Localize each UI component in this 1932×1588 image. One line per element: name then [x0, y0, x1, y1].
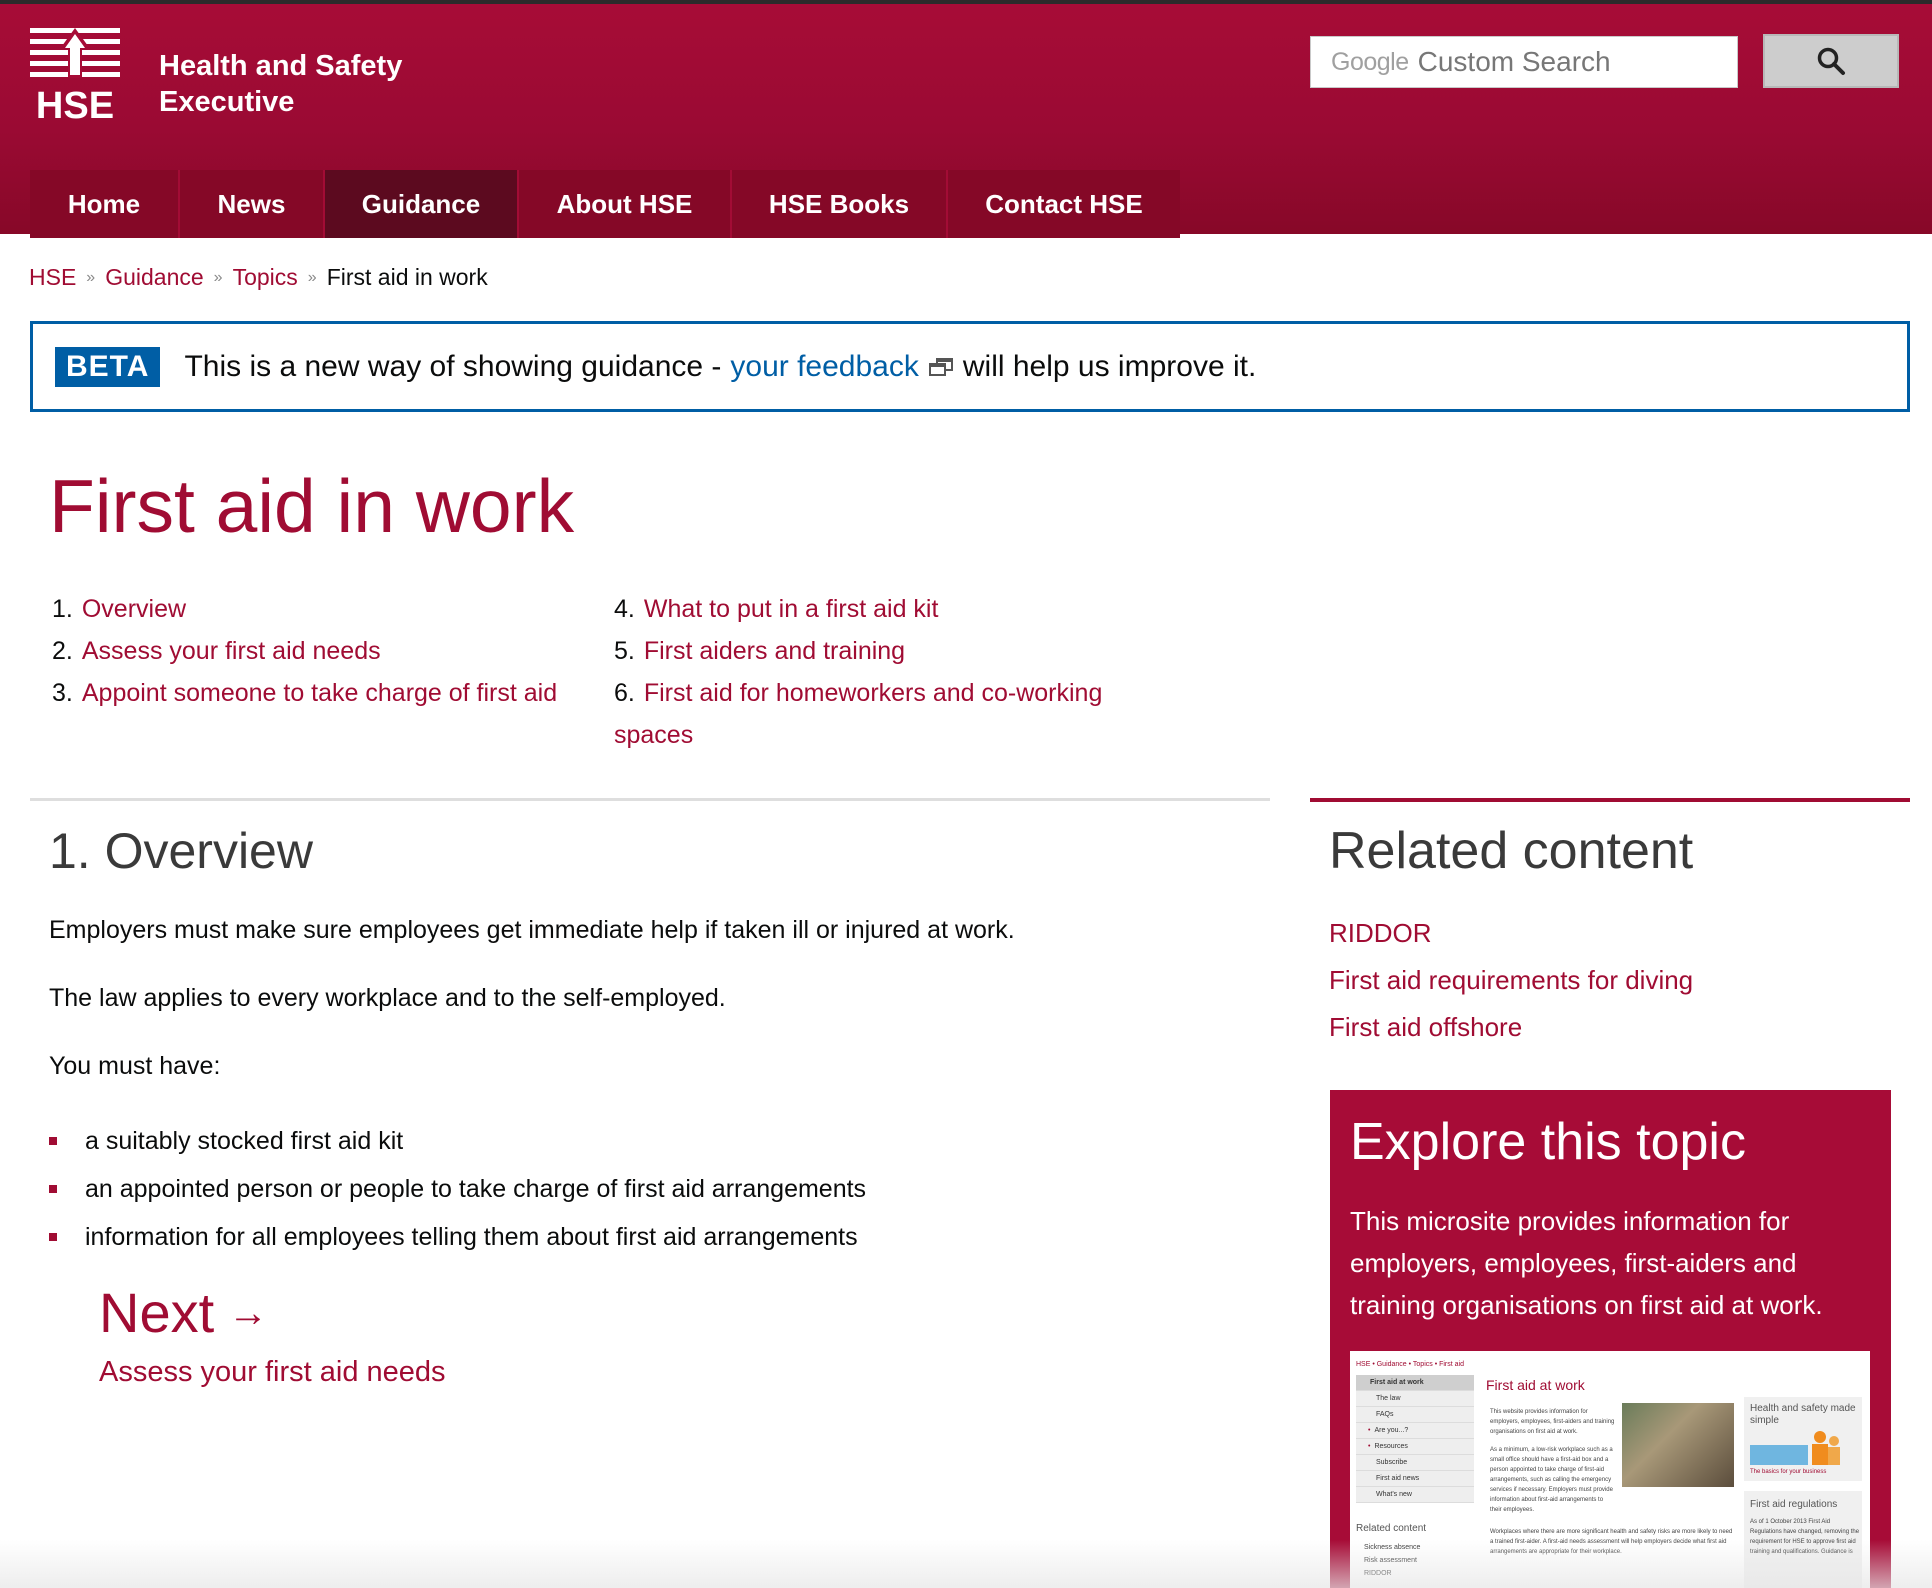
explore-topic-panel[interactable]: Explore this topic This microsite provid…	[1330, 1090, 1891, 1588]
thumbnail-menu-item: First aid at work	[1356, 1375, 1474, 1391]
nav-about-hse[interactable]: About HSE	[519, 170, 732, 238]
search-input[interactable]: Google Custom Search	[1310, 36, 1738, 88]
overview-paragraph: Employers must make sure employees get i…	[49, 916, 1015, 944]
thumbnail-menu-item: The law	[1356, 1391, 1474, 1407]
thumbnail-photo	[1622, 1403, 1734, 1487]
microsite-thumbnail[interactable]: HSE • Guidance • Topics • First aid Firs…	[1350, 1351, 1870, 1588]
breadcrumb-separator-icon: »	[86, 268, 96, 286]
contents-item: 1. Overview	[52, 595, 187, 623]
thumbnail-related-title: Related content	[1356, 1523, 1427, 1534]
overview-paragraph: The law applies to every workplace and t…	[49, 984, 726, 1012]
search-placeholder: Custom Search	[1417, 46, 1611, 77]
contents-list: 4. What to put in a first aid kit 5. First…	[614, 588, 1154, 756]
breadcrumb-link-hse[interactable]: HSE	[29, 264, 76, 291]
thumbnail-menu: First aid at work The law FAQs Are you..…	[1356, 1375, 1474, 1503]
nav-home[interactable]: Home	[30, 170, 180, 238]
list-item: information for all employees telling th…	[49, 1213, 866, 1261]
nav-contact-hse[interactable]: Contact HSE	[948, 170, 1180, 238]
contents-item: 2. Assess your first aid needs	[52, 637, 381, 665]
arrow-right-icon: →	[228, 1291, 269, 1335]
contents-item: 3. Appoint someone to take charge of firs…	[52, 679, 558, 707]
list-item: an appointed person or people to take ch…	[49, 1165, 866, 1213]
contents-link-overview[interactable]: Overview	[82, 595, 186, 623]
thumbnail-menu-item: Subscribe	[1356, 1455, 1474, 1471]
thumbnail-text: This website provides information for em…	[1490, 1409, 1615, 1513]
related-item: First aid offshore	[1329, 1004, 1693, 1051]
thumbnail-menu-item: FAQs	[1356, 1407, 1474, 1423]
thumbnail-menu-item: First aid news	[1356, 1471, 1474, 1487]
explore-topic-description: This microsite provides information for …	[1350, 1206, 1823, 1320]
main-navigation: Home News Guidance About HSE HSE Books C…	[30, 170, 1180, 238]
svg-text:HSE: HSE	[36, 85, 114, 122]
page-title: First aid in work	[49, 464, 575, 548]
thumbnail-text: Workplaces where there are more signific…	[1490, 1529, 1733, 1555]
people-illustration-icon	[1750, 1431, 1840, 1465]
contents-list: 1. Overview 2. Assess your first aid needs…	[52, 588, 612, 714]
nav-news[interactable]: News	[180, 170, 325, 238]
contents-link-homeworkers[interactable]: First aid for homeworkers and co-working…	[614, 679, 1102, 749]
beta-banner: BETA This is a new way of showing guidan…	[30, 321, 1910, 412]
explore-topic-title: Explore this topic	[1350, 1113, 1746, 1171]
contents-link-first-aid-kit[interactable]: What to put in a first aid kit	[644, 595, 939, 623]
search-button[interactable]	[1763, 34, 1899, 88]
breadcrumb-separator-icon: »	[213, 268, 223, 286]
overview-paragraph: You must have:	[49, 1052, 221, 1080]
nav-guidance[interactable]: Guidance	[325, 170, 519, 238]
thumbnail-related-list: Sickness absence Risk assessment RIDDOR	[1364, 1544, 1421, 1577]
related-link-offshore[interactable]: First aid offshore	[1329, 1012, 1522, 1042]
nav-hse-books[interactable]: HSE Books	[732, 170, 948, 238]
breadcrumb-current: First aid in work	[326, 264, 488, 290]
list-item: a suitably stocked first aid kit	[49, 1117, 866, 1165]
beta-tag: BETA	[55, 346, 161, 387]
contents-link-assess-needs[interactable]: Assess your first aid needs	[82, 637, 381, 665]
breadcrumb-link-topics[interactable]: Topics	[233, 264, 298, 291]
section-divider	[30, 798, 1270, 801]
search-icon	[1817, 47, 1845, 75]
contents-item: 4. What to put in a first aid kit	[614, 595, 939, 623]
related-content-title: Related content	[1329, 822, 1694, 880]
section-title-overview: 1. Overview	[49, 823, 313, 879]
related-item: RIDDOR	[1329, 910, 1693, 957]
contents-link-first-aiders-training[interactable]: First aiders and training	[644, 637, 905, 665]
contents-item: 5. First aiders and training	[614, 637, 906, 665]
breadcrumb-link-guidance[interactable]: Guidance	[105, 264, 203, 291]
feedback-link[interactable]: your feedback	[730, 350, 918, 384]
hse-logo-icon: HSE	[30, 28, 120, 127]
thumbnail-menu-item: Resources	[1356, 1439, 1474, 1455]
hse-logo[interactable]: HSE	[28, 26, 122, 127]
breadcrumb: HSE » Guidance » Topics » First aid in w…	[29, 264, 488, 291]
thumbnail-heading: First aid at work	[1486, 1377, 1585, 1393]
thumbnail-menu-item: What's new	[1356, 1487, 1474, 1503]
thumbnail-regulations-panel: First aid regulations As of 1 October 20…	[1744, 1491, 1862, 1588]
thumbnail-menu-item: Are you...?	[1356, 1423, 1474, 1439]
google-brand-label: Google	[1331, 47, 1409, 76]
contents-item: 6. First aid for homeworkers and co-worki…	[614, 679, 1103, 749]
related-link-riddor[interactable]: RIDDOR	[1329, 918, 1432, 948]
contents-link-appoint-someone[interactable]: Appoint someone to take charge of first …	[82, 679, 557, 707]
beta-message: This is a new way of showing guidance - …	[184, 349, 1257, 384]
related-item: First aid requirements for diving	[1329, 957, 1693, 1004]
sidebar-divider	[1310, 798, 1910, 802]
next-heading[interactable]: Next →	[99, 1278, 268, 1348]
site-header: HSE Health and Safety Executive Google C…	[0, 0, 1932, 238]
external-window-icon	[928, 357, 953, 376]
organisation-name[interactable]: Health and Safety Executive	[159, 48, 459, 120]
next-page-link[interactable]: Assess your first aid needs	[99, 1356, 446, 1389]
related-link-diving[interactable]: First aid requirements for diving	[1329, 965, 1693, 995]
thumbnail-promo-panel: Health and safety made simple The basics…	[1744, 1397, 1862, 1481]
thumbnail-breadcrumb: HSE • Guidance • Topics • First aid	[1356, 1361, 1464, 1368]
requirements-list: a suitably stocked first aid kit an appo…	[49, 1117, 866, 1261]
related-content-list: RIDDOR First aid requirements for diving…	[1329, 910, 1693, 1051]
breadcrumb-separator-icon: »	[307, 268, 317, 286]
